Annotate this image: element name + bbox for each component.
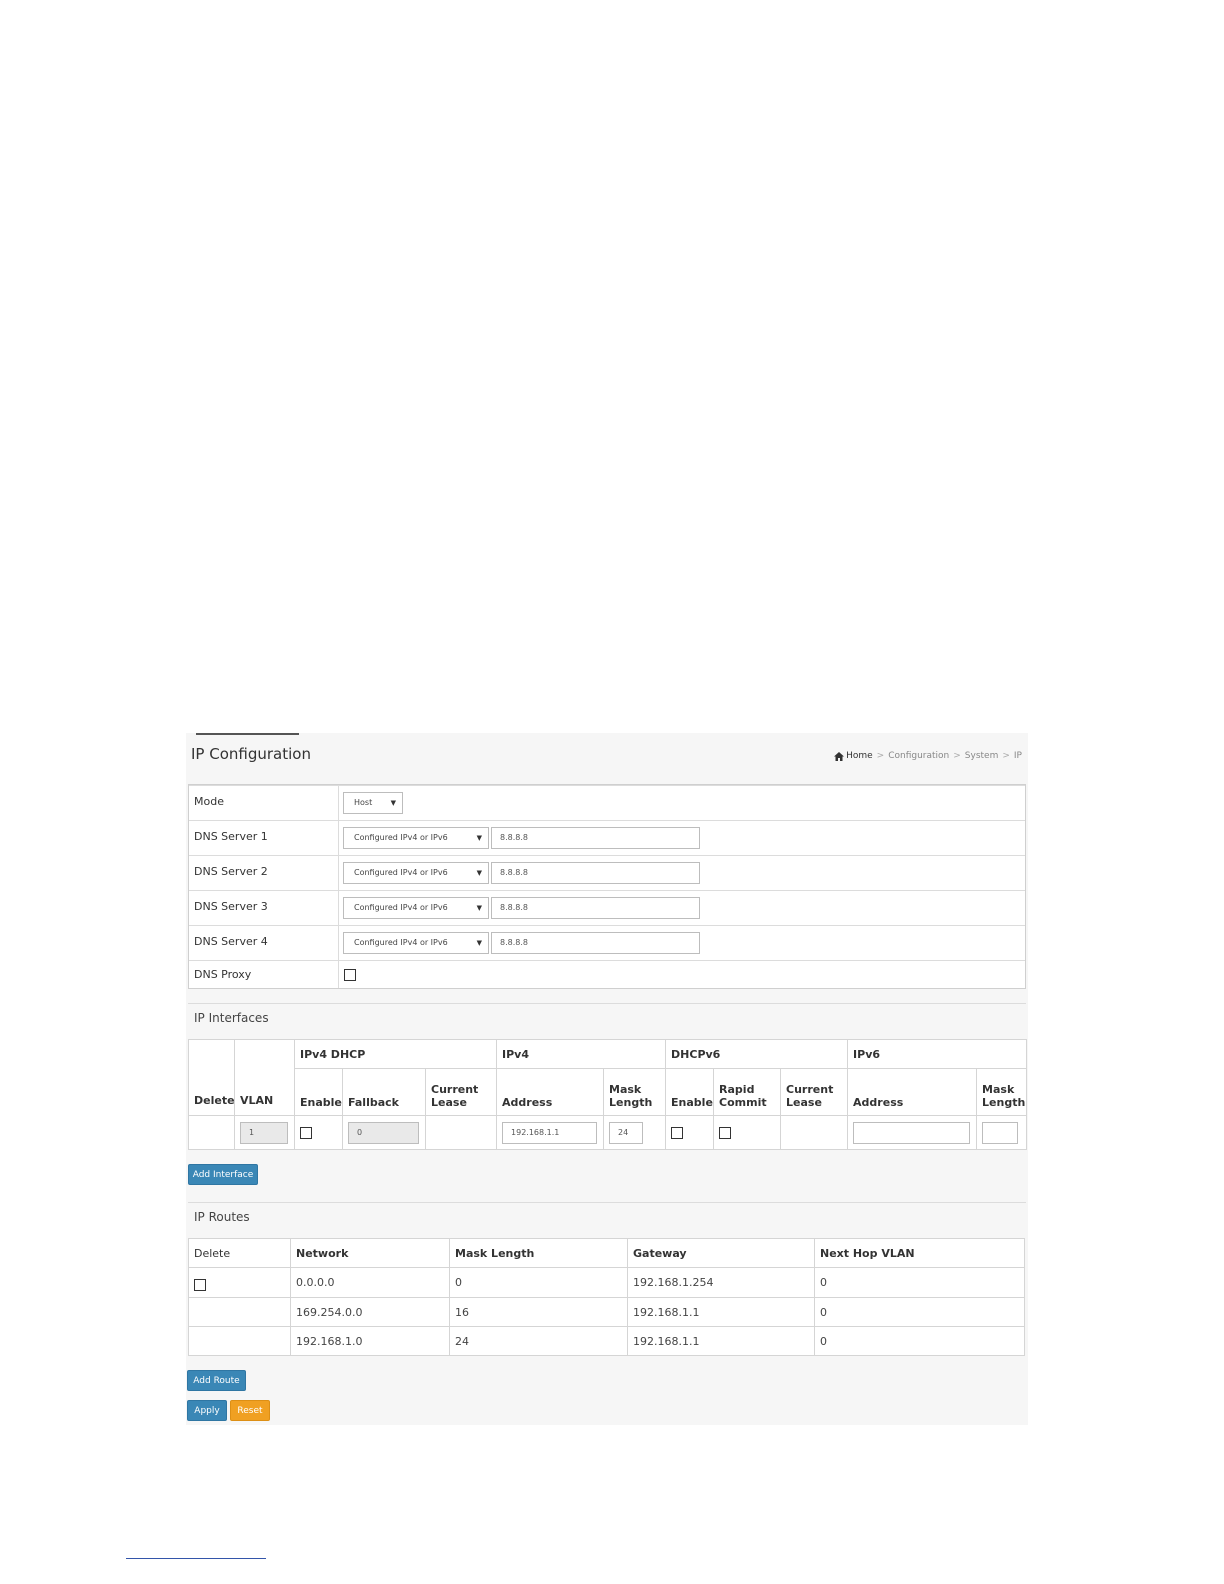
dns-server-1-type-select[interactable]: Configured IPv4 or IPv6 ▼ [343, 827, 489, 849]
breadcrumb-home[interactable]: Home [834, 751, 873, 761]
chevron-down-icon: ▼ [390, 799, 396, 807]
header-mask-length: Mask Length [976, 1068, 1028, 1116]
table-row: 1 0 192.168.1.1 24 [188, 1115, 1028, 1150]
dns-server-1-input[interactable]: 8.8.8.8 [491, 827, 700, 849]
add-interface-button[interactable]: Add Interface [188, 1164, 258, 1185]
ipv4-dhcp-enable-checkbox[interactable] [300, 1126, 312, 1139]
mode-label: Mode [194, 795, 224, 808]
header-dhcpv6: DHCPv6 [665, 1039, 849, 1069]
header-rapid-commit: Rapid Commit [713, 1068, 782, 1116]
ipv6-mask-input[interactable] [982, 1121, 1019, 1144]
dns-server-1-row: DNS Server 1 Configured IPv4 or IPv6 ▼ 8… [189, 820, 1025, 855]
ip-routes-table: Delete Network Mask Length Gateway Next … [188, 1238, 1025, 1356]
header-ipv4-dhcp: IPv4 DHCP [293, 1039, 498, 1069]
ip-routes-title: IP Routes [194, 1210, 250, 1224]
header-next-hop-vlan: Next Hop VLAN [814, 1238, 1025, 1268]
apply-button[interactable]: Apply [187, 1400, 227, 1421]
ipv6-address-input[interactable] [853, 1121, 971, 1144]
vlan-input: 1 [240, 1121, 288, 1144]
dns-server-3-row: DNS Server 3 Configured IPv4 or IPv6 ▼ 8… [189, 890, 1025, 925]
header-address: Address [496, 1068, 605, 1116]
dns-server-4-row: DNS Server 4 Configured IPv4 or IPv6 ▼ 8… [189, 925, 1025, 960]
mode-row: Mode Host ▼ [189, 785, 1025, 820]
header-mask-length: Mask Length [449, 1238, 628, 1268]
ip-settings-table: Mode Host ▼ DNS Server 1 Configured IPv4… [188, 784, 1026, 989]
header-fallback: Fallback [342, 1068, 426, 1116]
rapid-commit-checkbox[interactable] [719, 1126, 732, 1139]
chevron-down-icon: ▼ [476, 834, 482, 842]
page-title: IP Configuration [191, 745, 311, 763]
dns-server-2-input[interactable]: 8.8.8.8 [491, 862, 700, 884]
breadcrumb: Home > Configuration > System > IP [834, 751, 1022, 761]
header-current-lease: Current Lease [780, 1068, 849, 1116]
table-row: 169.254.0.0 16 192.168.1.1 0 [188, 1297, 1025, 1327]
dhcpv6-enable-checkbox[interactable] [671, 1126, 684, 1139]
ip-configuration-panel: IP Configuration Home > Configuration > … [186, 733, 1028, 1425]
mode-select[interactable]: Host ▼ [343, 792, 403, 814]
header-delete: Delete [188, 1039, 235, 1116]
header-delete: Delete [188, 1238, 291, 1268]
dns-server-3-type-select[interactable]: Configured IPv4 or IPv6 ▼ [343, 897, 489, 919]
dns-proxy-label: DNS Proxy [194, 968, 252, 981]
title-underline [196, 733, 299, 735]
breadcrumb-configuration[interactable]: Configuration [888, 751, 949, 761]
dns-proxy-checkbox[interactable] [344, 969, 356, 981]
fallback-input: 0 [348, 1121, 419, 1144]
header-gateway: Gateway [627, 1238, 815, 1268]
footer-link-underline [126, 1558, 266, 1559]
dns-server-2-row: DNS Server 2 Configured IPv4 or IPv6 ▼ 8… [189, 855, 1025, 890]
route-delete-checkbox[interactable] [194, 1278, 206, 1291]
header-current-lease: Current Lease [424, 1068, 498, 1116]
ipv4-mask-input[interactable]: 24 [609, 1121, 644, 1144]
reset-button[interactable]: Reset [230, 1400, 270, 1421]
header-ipv4: IPv4 [496, 1039, 667, 1069]
header-vlan: VLAN [234, 1039, 295, 1116]
dns-server-2-type-select[interactable]: Configured IPv4 or IPv6 ▼ [343, 862, 489, 884]
ipv4-address-input[interactable]: 192.168.1.1 [502, 1121, 598, 1144]
header-enable: Enable [294, 1068, 343, 1116]
table-row: 0.0.0.0 0 192.168.1.254 0 [188, 1267, 1025, 1298]
breadcrumb-system[interactable]: System [965, 751, 999, 761]
home-icon [834, 751, 845, 761]
dns-server-4-type-select[interactable]: Configured IPv4 or IPv6 ▼ [343, 932, 489, 954]
table-row: 192.168.1.0 24 192.168.1.1 0 [188, 1326, 1025, 1356]
header-network: Network [290, 1238, 450, 1268]
dns-server-4-input[interactable]: 8.8.8.8 [491, 932, 700, 954]
chevron-down-icon: ▼ [476, 939, 482, 947]
header-enable: Enable [665, 1068, 715, 1116]
header-mask-length: Mask Length [603, 1068, 667, 1116]
header-address: Address [847, 1068, 978, 1116]
ip-interfaces-table: Delete VLAN IPv4 DHCP IPv4 DHCPv6 IPv6 E… [188, 1039, 1028, 1150]
header-ipv6: IPv6 [847, 1039, 1028, 1069]
chevron-down-icon: ▼ [476, 904, 482, 912]
dns-proxy-row: DNS Proxy [189, 960, 1025, 989]
breadcrumb-ip: IP [1013, 751, 1022, 761]
dns-server-3-input[interactable]: 8.8.8.8 [491, 897, 700, 919]
ip-interfaces-title: IP Interfaces [194, 1011, 269, 1025]
add-route-button[interactable]: Add Route [187, 1370, 246, 1391]
chevron-down-icon: ▼ [476, 869, 482, 877]
